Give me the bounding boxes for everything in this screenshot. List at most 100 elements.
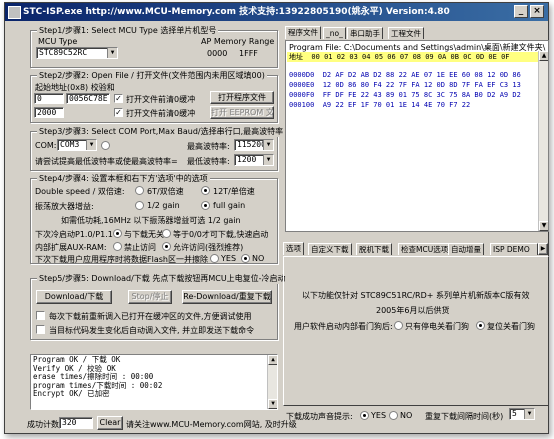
radio-beep-yes[interactable] (360, 411, 369, 420)
step2-title: Step2/步骤2: Open File / 打开文件(文件范围内未用区域填00… (37, 70, 267, 81)
status-log: Program OK / 下载 OK Verify OK / 校验 OK era… (30, 354, 278, 410)
hex-scrollbar[interactable]: ▲ ▼ (538, 51, 548, 231)
tab-check-mcu[interactable]: 检查MCU选项 (398, 243, 452, 255)
scroll-down-icon[interactable]: ▼ (539, 221, 548, 231)
reload-checkbox[interactable] (36, 311, 45, 320)
auto-reload-checkbox[interactable] (36, 325, 45, 334)
min-baud-label: 最低波特率: (187, 157, 230, 166)
mcu-type-select[interactable]: STC89C52RC ▼ (36, 47, 118, 59)
radio-erase-yes-label: YES (221, 254, 237, 263)
info-line-1: 以下功能仅针对 STC89C51RC/RD+ 系列单片机新版本C版有效 (302, 291, 530, 300)
start-addr2-input[interactable]: 2000 (34, 107, 64, 118)
tab-options[interactable]: 选项 (283, 242, 304, 255)
max-baud-value: 115200 (237, 140, 266, 149)
app-icon (8, 6, 21, 19)
com-port-select[interactable]: COM3 ▼ (57, 139, 97, 151)
tab-no[interactable]: _no_ (323, 27, 346, 39)
reload-label: 每次下载前重新调入已打开在缓冲区的文件,方便调试使用 (49, 312, 252, 321)
tab-auto-increment[interactable]: 自动增量 (448, 243, 484, 255)
redownload-button[interactable]: Re-Download/重复下载 (182, 290, 272, 304)
chevron-down-icon: ▼ (263, 140, 273, 150)
file-tabs: 程序文件 _no_ 串口助手 工程文件 (285, 26, 549, 41)
radio-p10-any[interactable] (113, 229, 122, 238)
open-eeprom-file-button[interactable]: 打开 EEPROM 文件 (210, 106, 274, 119)
p10-label: 下次冷启动P1.0/P1.1 (35, 230, 113, 239)
radio-beep-yes-label: YES (371, 411, 387, 420)
options-panel: 以下功能仅针对 STC89C51RC/RD+ 系列单片机新版本C版有效 2005… (283, 256, 549, 406)
radio-beep-no[interactable] (389, 411, 398, 420)
scroll-down-icon[interactable]: ▼ (268, 399, 277, 409)
radio-aux-yes[interactable] (162, 242, 171, 251)
amp-note: 如需低功耗,16MHz 以下振荡器增益可选 1/2 gain (61, 216, 241, 225)
radio-aux-no-label: 禁止访问 (124, 243, 156, 252)
hex-row: 0000F0 FF DF FE 22 43 89 01 75 8C 3C 75 … (289, 91, 521, 99)
contact-text: 请关注www.MCU-Memory.com网站, 及时升级 (126, 420, 297, 429)
step1-title: Step1/步骤1: Select MCU Type 选择单片机型号 (37, 25, 219, 36)
option-tabs: 选项 自定义下载 脱机下载 检查MCU选项 自动增量 ISP DEMO ▶ (283, 242, 549, 257)
scroll-up-icon[interactable]: ▲ (539, 51, 548, 61)
minimize-button[interactable]: _ (514, 5, 528, 18)
range-start: 0000 (207, 49, 228, 58)
beep-label: 下载成功声音提示: (286, 412, 353, 421)
auto-reload-label: 当目标代码发生变化后自动调入文件, 并立即发送下载命令 (49, 326, 255, 335)
radio-p10-any-label: 与下载无关 (124, 230, 164, 239)
radio-half-gain[interactable] (135, 201, 144, 210)
retry-interval-select[interactable]: 5 ▼ (509, 408, 535, 420)
radio-p10-eq-label: 等于0/0才可下载,快速启动 (173, 230, 269, 239)
clear-button[interactable]: Clear (97, 416, 123, 430)
retry-interval-value: 5 (512, 409, 517, 418)
radio-erase-no[interactable] (241, 254, 250, 263)
hex-row: 0000D0 D2 AF D2 AB D2 88 22 AE 07 1E EE … (289, 71, 521, 79)
step4-title: Step4/步骤4: 设置本框和右下方'选项'中的选项 (37, 173, 210, 184)
tab-custom-download[interactable]: 自定义下载 (308, 243, 352, 255)
mcu-type-label: MCU Type (38, 37, 78, 46)
mcu-type-value: STC89C52RC (39, 48, 88, 57)
tab-isp-demo[interactable]: ISP DEMO (490, 243, 538, 255)
log-line: Encrypt OK/ 已加密 (33, 389, 110, 398)
radio-wd-reset[interactable] (476, 321, 485, 330)
max-baud-label: 最高波特率: (187, 142, 230, 151)
start-addr-label: 起始地址(0x8) 校验和 (35, 83, 115, 92)
start-addr-input[interactable]: 0 (34, 93, 64, 104)
max-baud-select[interactable]: 115200 ▼ (234, 139, 274, 151)
clear-buffer-checkbox-2[interactable]: ✓ (114, 108, 123, 117)
scroll-up-icon[interactable]: ▲ (268, 355, 277, 365)
chevron-right-icon[interactable]: ▶ (538, 243, 548, 255)
radio-p10-eq[interactable] (162, 229, 171, 238)
radio-6t[interactable] (135, 186, 144, 195)
download-button[interactable]: Download/下载 (36, 290, 112, 304)
com-port-value: COM3 (60, 140, 80, 149)
min-baud-select[interactable]: 1200 ▼ (234, 154, 274, 166)
close-button[interactable]: × (530, 5, 544, 18)
radio-wd-power-off[interactable] (394, 321, 403, 330)
amp-gain-label: 振荡放大器增益: (35, 202, 94, 211)
chevron-down-icon: ▼ (107, 48, 117, 58)
radio-aux-no[interactable] (113, 242, 122, 251)
stc-isp-window: STC-ISP.exe http://www.MCU-Memory.com 技术… (4, 2, 549, 434)
window-title: STC-ISP.exe http://www.MCU-Memory.com 技术… (23, 7, 450, 17)
radio-full-gain-label: full gain (213, 201, 246, 210)
tab-serial-assistant[interactable]: 串口助手 (347, 27, 383, 39)
chevron-down-icon: ▼ (524, 409, 534, 419)
step1-group: Step1/步骤1: Select MCU Type 选择单片机型号 MCU T… (30, 25, 278, 68)
tab-project-file[interactable]: 工程文件 (388, 27, 424, 39)
radio-half-gain-label: 1/2 gain (147, 201, 180, 210)
step5-title: Step5/步骤5: Download/下载 先点下载按钮再MCU上电复位-冷启… (37, 273, 288, 284)
title-bar: STC-ISP.exe http://www.MCU-Memory.com 技术… (5, 3, 548, 21)
tab-offline-download[interactable]: 脱机下载 (356, 243, 392, 255)
radio-beep-no-label: NO (400, 411, 413, 420)
stop-button[interactable]: Stop/停止 (128, 290, 172, 304)
log-scrollbar[interactable]: ▲ ▼ (267, 355, 277, 409)
radio-12t[interactable] (201, 186, 210, 195)
com-indicator-icon (101, 141, 110, 150)
open-program-file-button[interactable]: 打开程序文件 (210, 91, 274, 104)
range-end: 1FFF (239, 49, 258, 58)
radio-erase-yes[interactable] (210, 254, 219, 263)
step2-group: Step2/步骤2: Open File / 打开文件(文件范围内未用区域填00… (30, 70, 278, 123)
radio-full-gain[interactable] (201, 201, 210, 210)
clear-buffer-checkbox-1[interactable]: ✓ (114, 94, 123, 103)
radio-wd-reset-label: 复位关看门狗 (487, 322, 535, 331)
min-baud-prompt: 请尝试提高最低波特率或使最高波特率= (35, 157, 178, 166)
tab-program-file[interactable]: 程序文件 (285, 26, 321, 39)
info-line-2: 2005年6月以后供货 (376, 306, 450, 315)
